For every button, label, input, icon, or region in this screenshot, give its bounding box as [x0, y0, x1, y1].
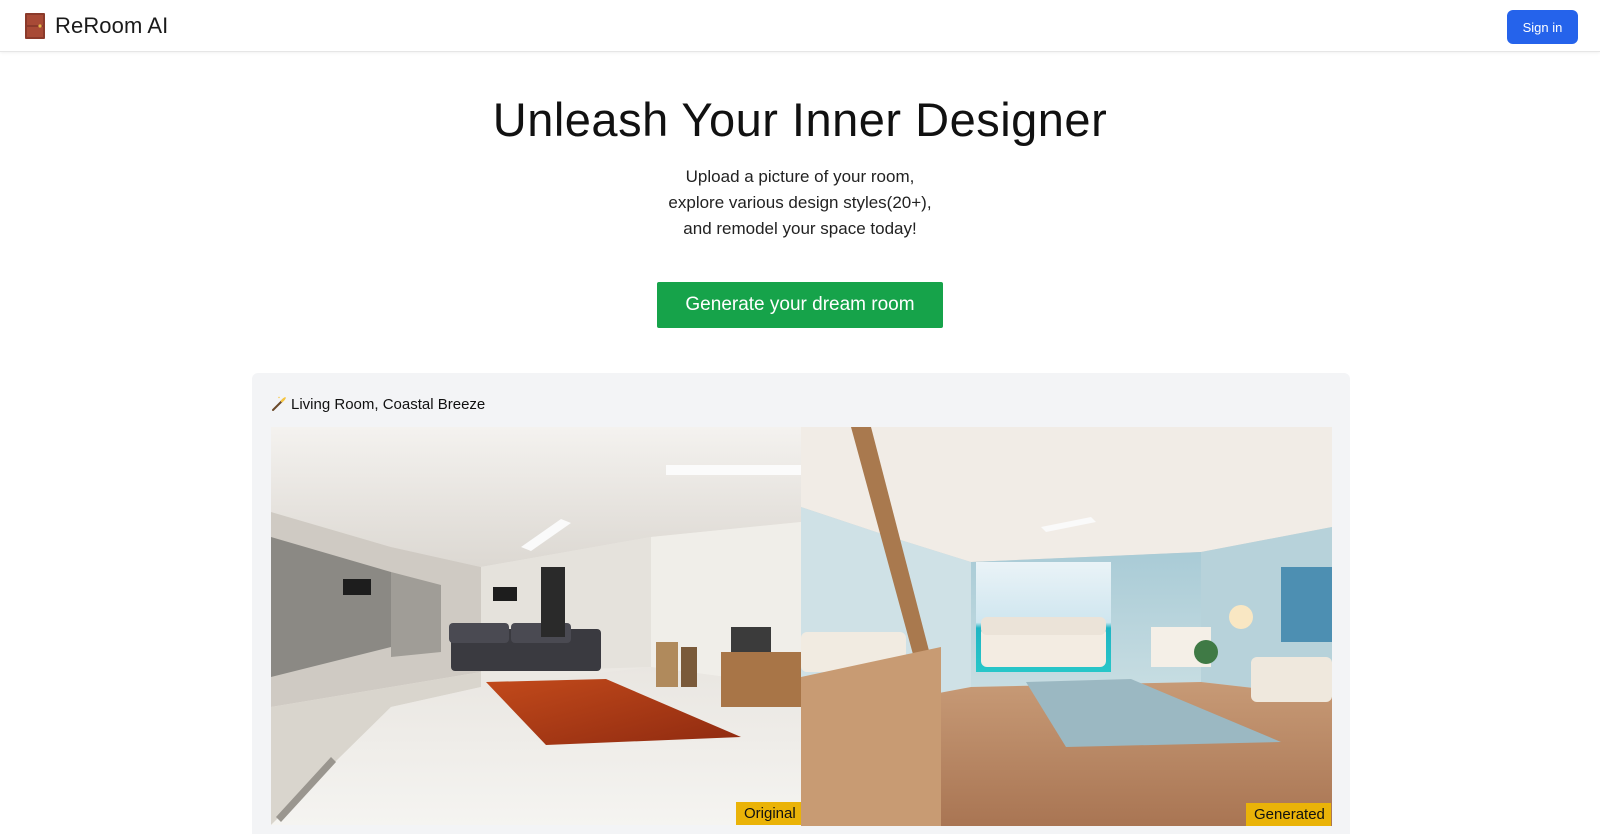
brand-logo-link[interactable]: ReRoom AI — [24, 10, 168, 42]
generate-dream-room-button[interactable]: Generate your dream room — [657, 282, 943, 328]
generated-room-image — [801, 427, 1332, 826]
top-navbar: ReRoom AI Sign in — [0, 0, 1600, 52]
hero-subtitle-line-2: explore various design styles(20+), — [668, 193, 932, 212]
brand-name: ReRoom AI — [55, 13, 169, 38]
magic-wand-icon — [271, 396, 287, 412]
showcase-caption: Living Room, Coastal Breeze — [271, 393, 485, 415]
sign-in-button[interactable]: Sign in — [1507, 10, 1578, 44]
original-room-image — [271, 427, 801, 825]
generated-badge: Generated — [1246, 803, 1331, 826]
hero-subtitle-line-3: and remodel your space today! — [683, 219, 917, 238]
original-badge: Original — [736, 802, 801, 825]
showcase-caption-text: Living Room, Coastal Breeze — [291, 395, 486, 413]
hero-title: Unleash Your Inner Designer — [492, 93, 1108, 146]
hero-subtitle-line-1: Upload a picture of your room, — [685, 167, 915, 186]
door-icon — [24, 12, 46, 40]
